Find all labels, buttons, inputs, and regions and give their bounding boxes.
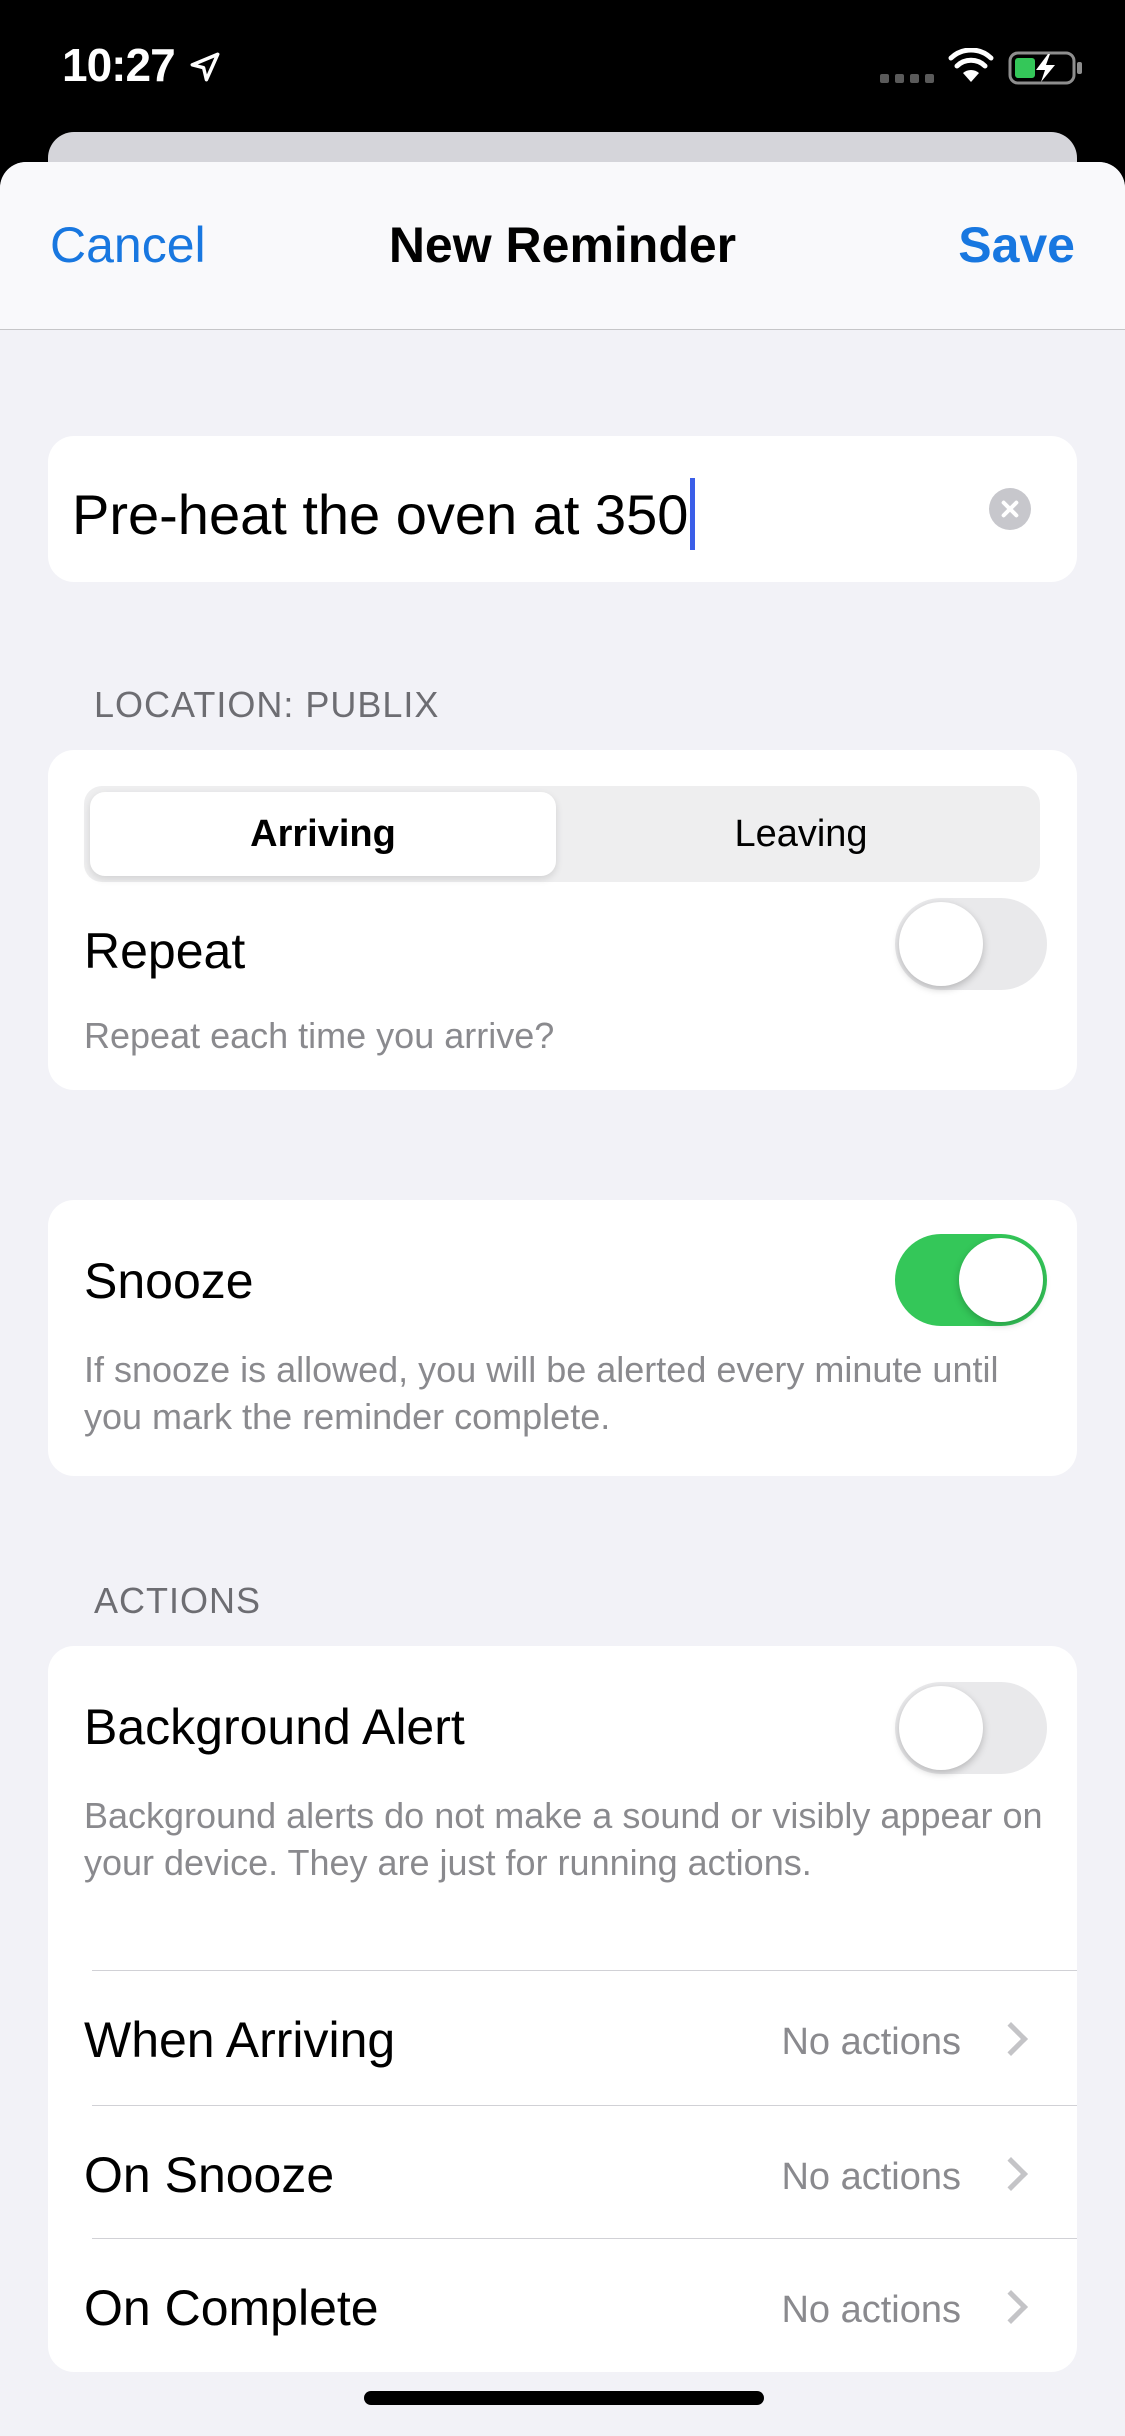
clear-icon[interactable] (989, 488, 1031, 530)
home-indicator[interactable] (364, 2391, 764, 2405)
reminder-title-text: Pre-heat the oven at 350 (72, 482, 689, 546)
chevron-right-icon (994, 2290, 1028, 2324)
repeat-toggle[interactable] (895, 898, 1047, 990)
snooze-description: If snooze is allowed, you will be alerte… (84, 1349, 999, 1437)
snooze-toggle[interactable] (895, 1234, 1047, 1326)
wifi-icon (948, 48, 994, 82)
cellular-signal-icon (880, 74, 934, 83)
on-snooze-row[interactable]: On Snooze No actions (48, 2106, 1077, 2240)
snooze-label: Snooze (84, 1253, 254, 1309)
status-time: 10:27 (62, 39, 176, 91)
location-arrow-icon (190, 52, 220, 82)
actions-section-header: ACTIONS (94, 1580, 262, 1621)
navigation-bar: Cancel New Reminder Save (0, 162, 1125, 330)
when-arriving-value: No actions (781, 2021, 961, 2063)
background-alert-description: Background alerts do not make a sound or… (84, 1795, 1043, 1883)
actions-card: Background Alert Background alerts do no… (48, 1646, 1077, 2372)
when-arriving-label: When Arriving (84, 2012, 396, 2068)
segment-arriving[interactable]: Arriving (90, 792, 556, 876)
reminder-title-field[interactable]: Pre-heat the oven at 350 (48, 436, 1077, 582)
save-button[interactable]: Save (958, 216, 1075, 274)
on-complete-value: No actions (781, 2289, 961, 2331)
status-bar: 10:27 (0, 0, 1125, 140)
new-reminder-sheet: Cancel New Reminder Save Pre-heat the ov… (0, 162, 1125, 2436)
background-alert-toggle[interactable] (895, 1682, 1047, 1774)
location-section-header: LOCATION: PUBLIX (94, 684, 440, 725)
text-caret (690, 478, 696, 550)
chevron-right-icon (994, 2157, 1028, 2191)
repeat-description: Repeat each time you arrive? (84, 1015, 555, 1056)
repeat-label: Repeat (84, 923, 246, 979)
toggle-knob (959, 1238, 1043, 1322)
when-arriving-row[interactable]: When Arriving No actions (48, 1971, 1077, 2105)
snooze-card: Snooze If snooze is allowed, you will be… (48, 1200, 1077, 1476)
segment-leaving[interactable]: Leaving (568, 792, 1034, 876)
toggle-knob (899, 902, 983, 986)
background-alert-label: Background Alert (84, 1699, 465, 1755)
on-complete-label: On Complete (84, 2280, 379, 2336)
page-title: New Reminder (388, 217, 737, 273)
battery-charging-icon (1008, 51, 1082, 85)
reminder-title-input[interactable]: Pre-heat the oven at 350 (72, 478, 696, 550)
arrival-segmented-control: Arriving Leaving (84, 786, 1040, 882)
location-card: Arriving Leaving Repeat Repeat each time… (48, 750, 1077, 1090)
chevron-right-icon (994, 2022, 1028, 2056)
toggle-knob (899, 1686, 983, 1770)
on-snooze-value: No actions (781, 2156, 961, 2198)
on-complete-row[interactable]: On Complete No actions (48, 2239, 1077, 2373)
on-snooze-label: On Snooze (84, 2147, 335, 2203)
